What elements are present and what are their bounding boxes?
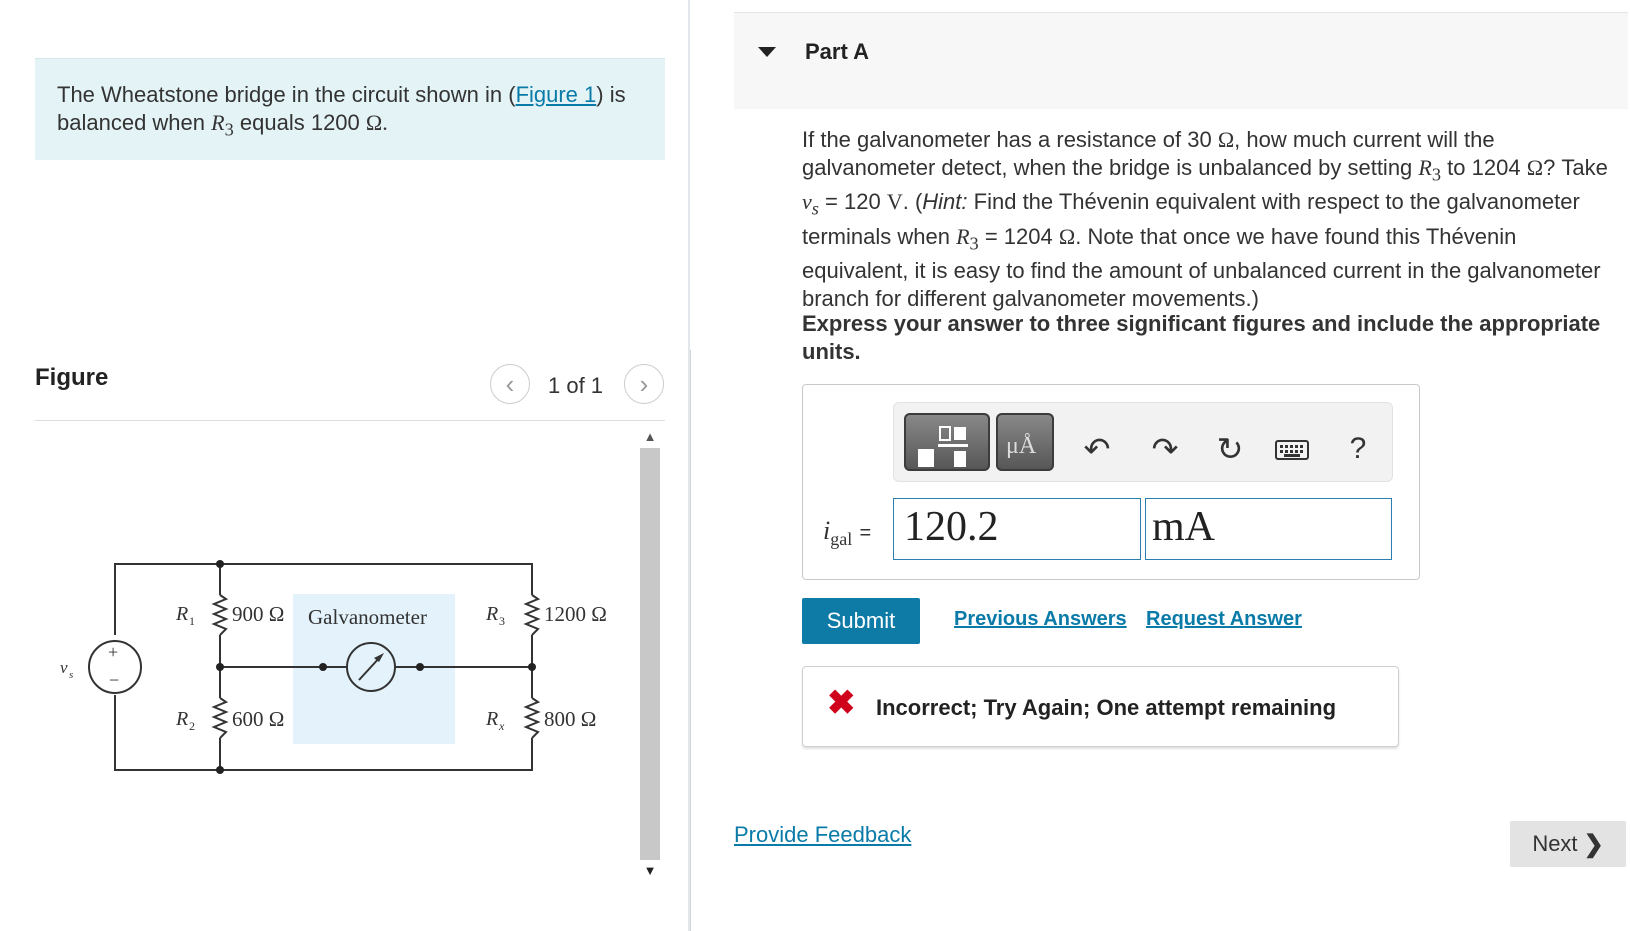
incorrect-x-icon: ✖ <box>827 684 856 722</box>
ohm-symbol: Ω. <box>365 110 388 135</box>
r3-subscript: 3 <box>1431 164 1442 185</box>
problem-intro: The Wheatstone bridge in the circuit sho… <box>35 58 665 160</box>
galvanometer-label: Galvanometer <box>308 605 427 629</box>
figure-link[interactable]: Figure 1 <box>516 82 597 107</box>
help-icon[interactable]: ? <box>1340 431 1376 467</box>
provide-feedback-link[interactable]: Provide Feedback <box>734 822 911 848</box>
answer-instructions: Express your answer to three significant… <box>802 311 1601 364</box>
r2-label: R <box>175 708 188 730</box>
scroll-up-arrow-icon[interactable]: ▲ <box>638 428 662 446</box>
ohm-symbol: Ω <box>1058 223 1076 249</box>
chevron-left-icon: ‹ <box>505 368 515 399</box>
hint-label: Hint: <box>922 189 968 215</box>
figure-divider <box>35 420 665 421</box>
source-sub: s <box>69 669 73 681</box>
rx-label: R <box>485 708 498 730</box>
caret-down-icon[interactable] <box>758 47 776 57</box>
answer-box: μÅ ↶ ↷ ↻ ? igal = 120.2 mA <box>802 384 1420 580</box>
ohm-symbol: Ω <box>1526 155 1544 180</box>
r1-value: 900 Ω <box>232 602 284 626</box>
question-segment: . ( <box>902 189 923 215</box>
part-header[interactable]: Part A <box>734 12 1628 109</box>
figure-heading: Figure <box>35 364 109 391</box>
question-segment: If the galvanometer has a resistance of … <box>802 127 1212 152</box>
reset-icon[interactable]: ↻ <box>1212 431 1248 467</box>
rx-sub: x <box>498 719 505 733</box>
chevron-right-icon: › <box>639 368 649 399</box>
math-toolbar: μÅ ↶ ↷ ↻ ? <box>893 402 1393 482</box>
r2-sub: 2 <box>189 719 195 733</box>
r3-symbol: R <box>211 110 225 135</box>
scroll-down-arrow-icon[interactable]: ▼ <box>638 862 662 880</box>
previous-answers-link[interactable]: Previous Answers <box>954 608 1127 631</box>
problem-pane: The Wheatstone bridge in the circuit sho… <box>0 0 690 931</box>
question-text: If the galvanometer has a resistance of … <box>802 126 1622 313</box>
question-segment: ? Take <box>1543 155 1608 180</box>
volt-symbol: V <box>886 189 903 215</box>
scrollbar-thumb[interactable] <box>640 448 660 860</box>
templates-button[interactable] <box>904 413 990 471</box>
question-segment: = 120 <box>825 189 881 215</box>
units-icon: μÅ <box>1006 433 1037 459</box>
feedback-message: ✖ Incorrect; Try Again; One attempt rema… <box>802 666 1399 747</box>
request-answer-link[interactable]: Request Answer <box>1146 608 1302 631</box>
chevron-right-icon: ❯ <box>1583 830 1604 858</box>
vs-symbol: v <box>802 189 812 215</box>
r2-value: 600 Ω <box>232 707 284 731</box>
next-figure-button[interactable]: › <box>624 364 664 404</box>
feedback-text: Incorrect; Try Again; One attempt remain… <box>876 695 1337 720</box>
circuit-diagram: + − v s R 1 900 Ω R 2 600 Ω R 3 1200 Ω R… <box>60 560 607 774</box>
undo-icon[interactable]: ↶ <box>1079 431 1115 467</box>
equals-sign: = <box>859 522 872 544</box>
redo-icon[interactable]: ↷ <box>1147 431 1183 467</box>
r1-sub: 1 <box>189 614 195 628</box>
r3-symbol: R <box>1418 155 1432 180</box>
answer-units-input[interactable]: mA <box>1145 498 1392 560</box>
source-label: v <box>60 658 68 677</box>
r3-value: 1200 Ω <box>544 602 607 626</box>
intro-text: The Wheatstone bridge in the circuit sho… <box>57 82 516 107</box>
pane-divider-line <box>690 350 691 931</box>
source-minus: − <box>109 670 119 690</box>
r3-symbol: R <box>956 223 970 249</box>
answer-value-input[interactable]: 120.2 <box>893 498 1141 560</box>
submit-button[interactable]: Submit <box>802 598 920 644</box>
units-button[interactable]: μÅ <box>996 413 1054 471</box>
question-segment: to 1204 <box>1447 155 1521 180</box>
figure-scrollbar[interactable]: ▲ ▼ <box>638 428 662 878</box>
r3-sub: 3 <box>499 614 505 628</box>
part-title: Part A <box>805 39 869 64</box>
answer-variable-label: igal = <box>823 515 871 550</box>
source-plus: + <box>108 642 118 662</box>
r3-subscript: 3 <box>224 119 234 140</box>
next-label: Next <box>1532 831 1578 856</box>
next-button[interactable]: Next ❯ <box>1510 821 1626 867</box>
intro-text: equals 1200 <box>239 110 360 135</box>
prev-figure-button[interactable]: ‹ <box>490 364 530 404</box>
vs-subscript: s <box>811 198 819 219</box>
figure-counter: 1 of 1 <box>548 373 604 398</box>
rx-value: 800 Ω <box>544 707 596 731</box>
gal-subscript: gal <box>830 529 853 550</box>
keyboard-icon[interactable] <box>1274 431 1310 470</box>
keyboard-glyph <box>1275 440 1309 460</box>
ohm-symbol: Ω <box>1217 127 1235 152</box>
templates-icon <box>918 426 968 467</box>
question-segment: = 1204 <box>984 223 1053 249</box>
r3-subscript: 3 <box>969 233 979 254</box>
r1-label: R <box>175 603 188 625</box>
r3-label: R <box>485 603 498 625</box>
